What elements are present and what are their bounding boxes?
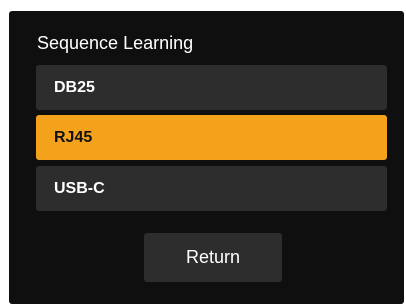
option-usb-c[interactable]: USB-C xyxy=(36,166,387,211)
option-label: USB-C xyxy=(54,179,105,197)
return-button[interactable]: Return xyxy=(144,233,282,282)
option-db25[interactable]: DB25 xyxy=(36,65,387,110)
return-button-label: Return xyxy=(185,247,241,267)
option-rj45[interactable]: RJ45 xyxy=(36,115,387,160)
sequence-learning-panel: Sequence Learning DB25 RJ45 USB-C Return xyxy=(9,11,404,304)
panel-title: Sequence Learning xyxy=(37,33,194,53)
option-label: DB25 xyxy=(54,78,95,96)
option-label: RJ45 xyxy=(54,128,93,146)
